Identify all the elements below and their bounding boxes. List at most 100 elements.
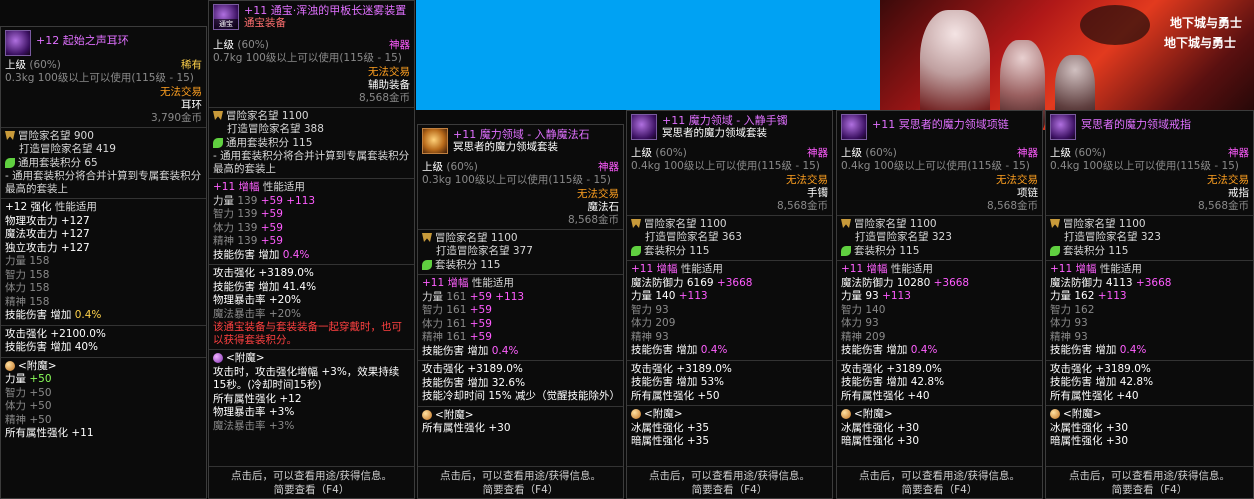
gold-unit: 金币 <box>181 111 202 124</box>
set-points-value: 65 <box>84 156 98 169</box>
no-trade: 无法交易 <box>368 65 410 78</box>
str-label: 力量 <box>841 290 862 302</box>
set-points-value: 115 <box>899 244 920 257</box>
attr-apply: 性能适用 <box>471 277 514 289</box>
vit-amp: +59 <box>260 221 283 234</box>
atk-up-label: 攻击强化 <box>841 362 883 375</box>
tooltip-footer[interactable]: 点击后，可以查看用途/获得信息。 简要查看（F4） <box>209 466 414 498</box>
iatk-value: +127 <box>60 241 90 254</box>
slot: 耳环 <box>181 98 202 111</box>
skill-dmg-label: 技能伤害 <box>1050 344 1092 356</box>
weight: 0.7kg <box>213 52 243 64</box>
int-amp: +59 <box>469 304 492 316</box>
spi-value: 161 <box>446 331 467 343</box>
footer-hint: 点击后，可以查看用途/获得信息。 <box>858 470 1021 482</box>
tooltip-header: +12 起始之声耳环 <box>1 27 206 59</box>
str-label: 力量 <box>5 255 26 267</box>
vit-label: 体力 <box>213 221 234 234</box>
tooltip-footer[interactable]: 点击后，可以查看用途/获得信息。 简要查看（F4） <box>1046 466 1253 498</box>
footer-hint: 点击后，可以查看用途/获得信息。 <box>648 470 811 482</box>
skill-dmg-label: 技能伤害 <box>5 341 47 353</box>
fame-value: 1100 <box>909 217 937 230</box>
rarity: 神器 <box>1017 147 1038 159</box>
vit-value: 158 <box>29 282 50 294</box>
rarity: 稀有 <box>181 59 202 71</box>
footer-f4: 简要查看（F4） <box>1111 484 1188 496</box>
increase-label: 增加 <box>1095 344 1117 356</box>
medal-icon <box>5 131 15 140</box>
item-title: +11 魔力领域 - 入静手镯 <box>662 114 788 127</box>
ench-str-value: +50 <box>29 373 52 385</box>
grade-pct: (60%) <box>1074 147 1106 159</box>
skill-dmg-label: 技能伤害 <box>1050 376 1092 388</box>
dark-label: 暗属性强化 <box>841 435 894 447</box>
skill-dmg-value: 42.8% <box>910 376 945 388</box>
enchant-label: <附魔> <box>435 408 474 421</box>
item-tooltip-auxiliary[interactable]: 通宝 +11 通宝·浑浊的甲板长迷雾装置 通宝装备 上级 (60%) 神器 0.7… <box>208 0 415 499</box>
atk-up-value: +2100.0% <box>50 327 106 340</box>
ench-str-label: 力量 <box>5 373 26 385</box>
skill-dmg-value: 0.4% <box>74 309 102 321</box>
skill-dmg-label: 技能伤害 <box>213 280 255 293</box>
item-subtitle: 冥思者的魔力领域套装 <box>453 141 558 153</box>
game-logo: 地下城与勇士 <box>1169 16 1242 30</box>
item-tooltip-necklace[interactable]: +11 冥思者的魔力领域项链 上级 (60%) 神器 0.4kg 100级以上可以… <box>836 110 1043 499</box>
item-tooltip-ring[interactable]: 冥思者的魔力领域戒指 上级 (60%) 神器 0.4kg 100级以上可以使用(1… <box>1045 110 1254 499</box>
grade-label: 上级 <box>422 161 443 173</box>
increase-label: 增加 <box>50 341 72 353</box>
atk-up-label: 攻击强化 <box>422 363 464 375</box>
increase-label: 增加 <box>676 376 698 388</box>
footer-hint: 点击后，可以查看用途/获得信息。 <box>439 470 602 482</box>
spi-label: 精神 <box>422 331 443 343</box>
skill-dmg-label: 技能伤害 <box>213 248 255 261</box>
tooltip-footer[interactable]: 点击后，可以查看用途/获得信息。 简要查看（F4） <box>418 466 623 498</box>
set-points-value: 115 <box>689 244 710 257</box>
medal-icon <box>213 111 223 120</box>
vit-label: 体力 <box>1050 317 1071 329</box>
spi-value: 139 <box>237 235 258 247</box>
price: 8,568 <box>358 91 389 104</box>
mdef-label: 魔法防御力 <box>841 276 894 289</box>
rarity: 神器 <box>598 161 619 173</box>
int-label: 智力 <box>422 304 443 316</box>
craft-fame-value: 377 <box>512 245 533 257</box>
earring-icon <box>5 30 31 56</box>
enchant-orb-icon <box>213 353 223 363</box>
slot: 手镯 <box>807 186 828 199</box>
fame-value: 1100 <box>699 217 727 230</box>
price: 8,568 <box>1197 199 1228 212</box>
ice-label: 冰属性强化 <box>1050 421 1103 434</box>
leaf-icon <box>841 245 851 256</box>
matk-label: 魔法攻击力 <box>5 228 58 240</box>
vit-amp: +59 <box>469 317 492 330</box>
tooltip-header: +11 冥思者的魔力领域项链 <box>837 111 1042 143</box>
blank-region <box>416 0 880 110</box>
enhance-level: +12 强化 <box>5 201 52 213</box>
increase-label: 增加 <box>676 344 698 356</box>
tooltip-footer[interactable]: 点击后，可以查看用途/获得信息。 简要查看（F4） <box>627 466 832 498</box>
item-tooltip-bracelet[interactable]: +11 魔力领域 - 入静手镯 冥思者的魔力领域套装 上级 (60%) 神器 0.… <box>626 110 833 499</box>
pcrit-value: +20% <box>268 294 301 306</box>
enchant-orb-icon <box>841 409 851 419</box>
str-amp: +59 <box>260 194 283 207</box>
level-req: 100级以上可以使用(115级 - 15) <box>454 174 611 186</box>
mcrit-value: +20% <box>268 307 301 320</box>
medal-icon <box>1050 219 1060 228</box>
level-req: 100级以上可以使用(115级 - 15) <box>37 72 194 84</box>
skill-dmg-label: 技能伤害 <box>631 344 673 356</box>
craft-fame-value: 323 <box>931 231 952 243</box>
skill-dmg-value: 0.4% <box>491 344 519 357</box>
grade-pct: (60%) <box>865 147 897 159</box>
set-points-label: 通用套装积分 <box>226 136 289 149</box>
level-req: 100级以上可以使用(115级 - 15) <box>245 52 402 64</box>
mdef-value: 10280 <box>896 276 931 289</box>
increase-label: 增加 <box>886 376 908 388</box>
item-tooltip-earring[interactable]: +12 起始之声耳环 上级 (60%) 稀有 0.3kg 100级以上可以使用(1… <box>0 26 207 499</box>
vit-label: 体力 <box>5 282 26 294</box>
vit-value: 139 <box>237 221 258 234</box>
item-tooltip-magic-stone[interactable]: +11 魔力领域 - 入静魔法石 冥思者的魔力领域套装 上级 (60%) 神器 0… <box>417 124 624 499</box>
tooltip-header: +11 魔力领域 - 入静手镯 冥思者的魔力领域套装 <box>627 111 832 143</box>
tooltip-footer[interactable]: 点击后，可以查看用途/获得信息。 简要查看（F4） <box>837 466 1042 498</box>
atk-up-label: 攻击强化 <box>1050 362 1092 375</box>
no-trade: 无法交易 <box>1207 173 1249 186</box>
